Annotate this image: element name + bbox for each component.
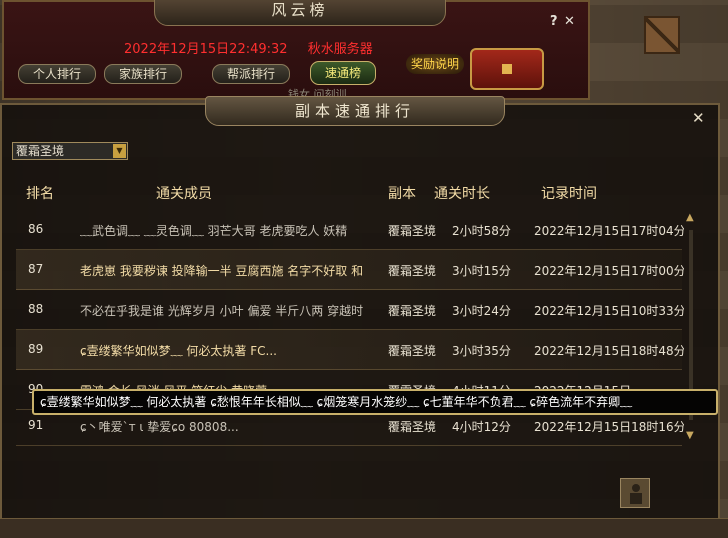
table-row[interactable]: 87 老虎崽 我要秽谏 投降输一半 豆腐西施 名字不好取 和 覆霜圣境 3小时1…	[16, 250, 684, 290]
row-clear-time: 3小时35分	[452, 344, 511, 358]
treasure-chest-icon[interactable]	[470, 48, 544, 90]
row-clear-time: 2小时58分	[452, 224, 511, 238]
scroll-down-icon[interactable]: ▼	[686, 430, 694, 441]
server-info: 2022年12月15日22:49:32 秋水服务器	[124, 38, 389, 57]
leaderboard-window: 风云榜 ? ✕ 2022年12月15日22:49:32 秋水服务器 个人排行 家…	[2, 0, 590, 101]
row-members: ɕ壹缕繁华如似梦﹏ 何必太执著 FC...	[80, 344, 277, 358]
row-rank: 86	[28, 222, 44, 236]
server-name: 秋水服务器	[307, 42, 373, 57]
character-icon[interactable]	[620, 478, 650, 508]
row-dungeon: 覆霜圣境	[388, 224, 437, 238]
row-divider	[16, 445, 682, 446]
row-dungeon: 覆霜圣境	[388, 420, 437, 434]
row-members: ﹏武色调﹏ ﹏灵色调﹏ 羽芒大哥 老虎要吃人 妖精	[80, 224, 348, 238]
tab-speedrun-rank[interactable]: 速通榜	[310, 61, 377, 85]
header-dungeon: 副本	[388, 186, 416, 202]
row-rank: 91	[28, 418, 44, 432]
row-record-time: 2022年12月15日18时16分	[534, 420, 684, 434]
row-clear-time: 3小时24分	[452, 304, 511, 318]
panel-title: 副本速通排行	[205, 96, 505, 126]
table-row[interactable]: 86 ﹏武色调﹏ ﹏灵色调﹏ 羽芒大哥 老虎要吃人 妖精 覆霜圣境 2小时58分…	[16, 210, 684, 250]
row-rank: 87	[28, 262, 44, 276]
tab-guild-rank[interactable]: 帮派排行	[212, 64, 291, 84]
header-record-time: 记录时间	[541, 186, 597, 202]
leaderboard-title: 风云榜	[154, 0, 446, 26]
row-rank: 88	[28, 302, 44, 316]
row-rank: 89	[28, 342, 44, 356]
header-clear-time: 通关时长	[434, 186, 490, 202]
row-clear-time: 4小时12分	[452, 420, 511, 434]
scroll-up-icon[interactable]: ▲	[686, 212, 694, 223]
chevron-down-icon[interactable]: ▼	[113, 144, 126, 158]
server-datetime: 2022年12月15日22:49:32	[124, 42, 288, 57]
reward-info-button[interactable]: 奖励说明	[406, 54, 464, 74]
row-record-time: 2022年12月15日18时48分	[534, 344, 684, 358]
row-dungeon: 覆霜圣境	[388, 304, 437, 318]
close-icon[interactable]: ✕	[564, 14, 575, 29]
tab-family-rank[interactable]: 家族排行	[104, 64, 183, 84]
row-dungeon: 覆霜圣境	[388, 344, 437, 358]
dungeon-select[interactable]: 覆霜圣境 ▼	[12, 142, 128, 160]
row-members: 老虎崽 我要秽谏 投降输一半 豆腐西施 名字不好取 和	[80, 264, 364, 278]
table-row[interactable]: 89 ɕ壹缕繁华如似梦﹏ 何必太执著 FC... 覆霜圣境 3小时35分 202…	[16, 330, 684, 370]
panel-close-icon[interactable]: ✕	[692, 109, 705, 127]
table-row[interactable]: 88 不必在乎我是谁 光辉岁月 小叶 偏爱 半斤八两 穿越时 覆霜圣境 3小时2…	[16, 290, 684, 330]
row-dungeon: 覆霜圣境	[388, 264, 437, 278]
row-members: 不必在乎我是谁 光辉岁月 小叶 偏爱 半斤八两 穿越时	[80, 304, 364, 318]
bottom-hud-bar	[0, 518, 728, 538]
tab-personal-rank[interactable]: 个人排行	[18, 64, 97, 84]
members-tooltip: ɕ壹缕繁华如似梦﹏ 何必太执著 ɕ愁恨年年长相似﹏ ɕ烟笼寒月水笼纱﹏ ɕ七董年…	[32, 389, 718, 415]
header-rank: 排名	[26, 186, 54, 202]
row-record-time: 2022年12月15日17时00分	[534, 264, 684, 278]
row-record-time: 2022年12月15日10时33分	[534, 304, 684, 318]
row-clear-time: 3小时15分	[452, 264, 511, 278]
header-members: 通关成员	[156, 186, 212, 202]
row-record-time: 2022年12月15日17时04分	[534, 224, 684, 238]
wooden-crate-decoration	[644, 16, 680, 54]
help-icon[interactable]: ?	[550, 14, 558, 29]
dungeon-select-value: 覆霜圣境	[16, 144, 65, 158]
row-members: ɕ丶唯爱`ᴛ ι 挚爱ɕo 80808...	[80, 420, 239, 434]
